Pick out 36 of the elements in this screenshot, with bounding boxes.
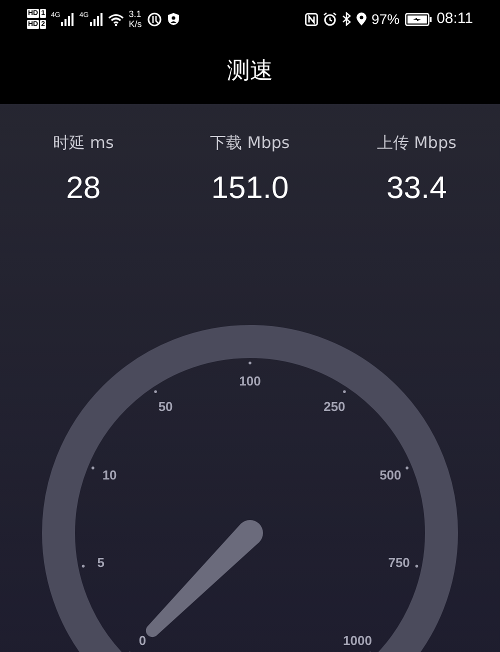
shield-person-icon	[166, 12, 180, 26]
nfc-icon	[304, 12, 318, 26]
wifi-icon	[108, 12, 124, 26]
tick-label: 50	[158, 399, 173, 414]
tick-dot	[343, 390, 346, 394]
metric-label: 下载 Mbps	[210, 132, 290, 154]
alarm-icon	[322, 12, 337, 26]
tick-label: 750	[388, 555, 410, 570]
tick-dot	[82, 564, 85, 568]
tick-label: 5	[97, 555, 105, 570]
tick-label: 500	[380, 467, 402, 482]
tick-label: 100	[239, 374, 261, 388]
metric-value: 151.0	[211, 170, 289, 206]
clock: 08:11	[436, 8, 473, 29]
page-title: 测速	[227, 56, 273, 86]
tick-dot	[248, 362, 252, 364]
network-speed: 3.1	[128, 9, 142, 19]
metric-value: 28	[66, 170, 101, 206]
tick-dot	[154, 390, 157, 394]
tick-label: 1000	[343, 632, 372, 648]
tick-label: 10	[102, 467, 117, 482]
tick-label: 250	[324, 399, 346, 414]
battery-percent: 97%	[372, 10, 400, 28]
tick-dot	[92, 466, 94, 470]
tick-label: 0	[138, 632, 146, 648]
network-speed-unit: K/s	[128, 19, 142, 29]
data-saver-icon	[146, 12, 162, 26]
metric-label: 时延 ms	[52, 132, 114, 154]
tick-dot	[415, 564, 418, 568]
metric-label: 上传 Mbps	[376, 132, 456, 154]
location-icon	[356, 12, 367, 26]
signal-icon	[88, 12, 103, 26]
bluetooth-icon	[342, 12, 351, 26]
tick-dot	[406, 466, 408, 470]
signal-icon	[60, 12, 74, 26]
metric-value: 33.4	[386, 170, 447, 206]
